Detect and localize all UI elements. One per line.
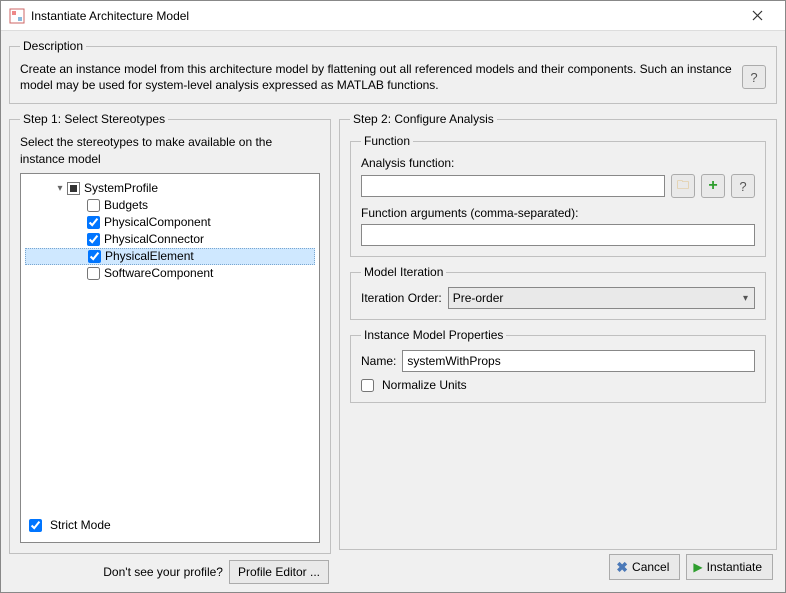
strict-mode-row: Strict Mode bbox=[25, 512, 315, 534]
instance-props-group: Instance Model Properties Name: Normaliz… bbox=[350, 328, 766, 403]
tree-label-root: SystemProfile bbox=[84, 181, 158, 195]
tree-checkbox[interactable] bbox=[87, 233, 100, 246]
iteration-order-label: Iteration Order: bbox=[361, 291, 442, 305]
step2-group: Step 2: Configure Analysis Function Anal… bbox=[339, 112, 777, 550]
profile-editor-button[interactable]: Profile Editor ... bbox=[229, 560, 329, 584]
cancel-button[interactable]: ✖ Cancel bbox=[609, 554, 680, 580]
tree-label: SoftwareComponent bbox=[104, 266, 213, 280]
tree-label: PhysicalConnector bbox=[104, 232, 204, 246]
cancel-label: Cancel bbox=[632, 560, 669, 574]
tree-node[interactable]: PhysicalComponent bbox=[25, 214, 315, 231]
props-legend: Instance Model Properties bbox=[361, 328, 506, 342]
function-args-input[interactable] bbox=[361, 224, 755, 246]
window-title: Instantiate Architecture Model bbox=[31, 9, 737, 23]
profile-hint: Don't see your profile? bbox=[103, 565, 223, 579]
function-args-label: Function arguments (comma-separated): bbox=[361, 206, 755, 220]
stereotype-tree[interactable]: ▾ SystemProfile Budgets bbox=[25, 180, 315, 512]
instantiate-label: Instantiate bbox=[707, 560, 762, 574]
stereotype-tree-panel: ▾ SystemProfile Budgets bbox=[20, 173, 320, 543]
column-right: Step 2: Configure Analysis Function Anal… bbox=[339, 112, 777, 584]
function-help-button[interactable]: ? bbox=[731, 174, 755, 198]
titlebar: Instantiate Architecture Model bbox=[1, 1, 785, 31]
normalize-units-label: Normalize Units bbox=[382, 378, 467, 392]
browse-function-button[interactable]: 🗀 bbox=[671, 174, 695, 198]
normalize-units-checkbox[interactable] bbox=[361, 379, 374, 392]
plus-icon: + bbox=[708, 177, 717, 195]
tree-node[interactable]: Budgets bbox=[25, 197, 315, 214]
folder-icon: 🗀 bbox=[677, 176, 689, 197]
help-icon: ? bbox=[739, 179, 746, 194]
help-icon: ? bbox=[750, 70, 757, 85]
tree-node[interactable]: PhysicalConnector bbox=[25, 231, 315, 248]
column-left: Step 1: Select Stereotypes Select the st… bbox=[9, 112, 331, 584]
step2-legend: Step 2: Configure Analysis bbox=[350, 112, 497, 126]
tree-node-root[interactable]: ▾ SystemProfile bbox=[25, 180, 315, 197]
model-iteration-group: Model Iteration Iteration Order: Pre-ord… bbox=[350, 265, 766, 320]
description-text: Create an instance model from this archi… bbox=[20, 61, 734, 93]
add-function-button[interactable]: + bbox=[701, 174, 725, 198]
step1-hint: Select the stereotypes to make available… bbox=[20, 134, 320, 166]
cancel-icon: ✖ bbox=[616, 559, 628, 576]
tree-checkbox[interactable] bbox=[87, 199, 100, 212]
tree-label: PhysicalComponent bbox=[104, 215, 211, 229]
step1-group: Step 1: Select Stereotypes Select the st… bbox=[9, 112, 331, 554]
columns: Step 1: Select Stereotypes Select the st… bbox=[9, 112, 777, 584]
instantiate-button[interactable]: ▶ Instantiate bbox=[686, 554, 773, 580]
tree-node-selected[interactable]: PhysicalElement bbox=[25, 248, 315, 265]
step1-legend: Step 1: Select Stereotypes bbox=[20, 112, 168, 126]
function-legend: Function bbox=[361, 134, 413, 148]
strict-mode-checkbox[interactable] bbox=[29, 519, 42, 532]
tree-checkbox[interactable] bbox=[88, 250, 101, 263]
close-button[interactable] bbox=[737, 1, 777, 31]
iteration-order-select[interactable]: Pre-order bbox=[448, 287, 755, 309]
function-group: Function Analysis function: 🗀 + ? bbox=[350, 134, 766, 257]
analysis-function-label: Analysis function: bbox=[361, 156, 755, 170]
iteration-legend: Model Iteration bbox=[361, 265, 446, 279]
tree-label: Budgets bbox=[104, 198, 148, 212]
dialog-content: Description Create an instance model fro… bbox=[1, 31, 785, 592]
tree-expand-icon[interactable]: ▾ bbox=[53, 183, 67, 194]
play-icon: ▶ bbox=[693, 560, 702, 574]
description-group: Description Create an instance model fro… bbox=[9, 39, 777, 104]
dialog-window: Instantiate Architecture Model Descripti… bbox=[0, 0, 786, 593]
strict-mode-label: Strict Mode bbox=[50, 518, 111, 532]
tree-checkbox[interactable] bbox=[87, 267, 100, 280]
tree-label: PhysicalElement bbox=[105, 249, 194, 263]
tree-node[interactable]: SoftwareComponent bbox=[25, 265, 315, 282]
profile-hint-row: Don't see your profile? Profile Editor .… bbox=[9, 554, 331, 584]
tree-checkbox-root[interactable] bbox=[67, 182, 80, 195]
analysis-function-input[interactable] bbox=[361, 175, 665, 197]
iteration-order-value: Pre-order bbox=[453, 291, 504, 305]
dialog-buttons: ✖ Cancel ▶ Instantiate bbox=[339, 550, 777, 584]
help-button[interactable]: ? bbox=[742, 65, 766, 89]
instance-name-label: Name: bbox=[361, 354, 396, 368]
description-legend: Description bbox=[20, 39, 86, 53]
tree-checkbox[interactable] bbox=[87, 216, 100, 229]
instance-name-input[interactable] bbox=[402, 350, 755, 372]
app-icon bbox=[9, 8, 25, 24]
